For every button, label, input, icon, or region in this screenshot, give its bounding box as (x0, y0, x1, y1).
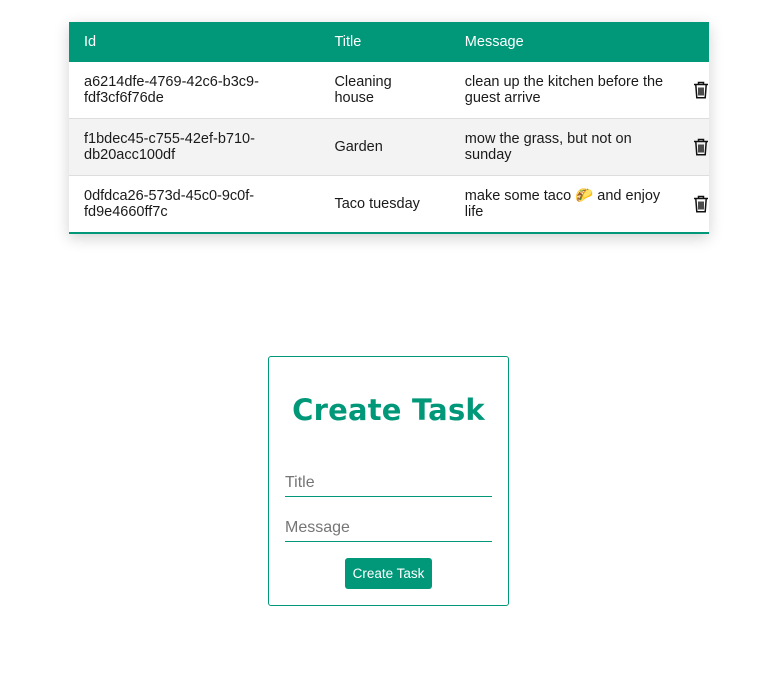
table-row: a6214dfe-4769-42c6-b3c9- fdf3cf6f76de Cle… (69, 62, 709, 118)
tasks-table: Id Title Message a6214dfe-4769-42c6-b3c9… (69, 22, 709, 232)
cell-delete (693, 62, 709, 118)
cell-id: f1bdec45-c755-42ef-b710- db20acc100df (69, 118, 319, 175)
cell-delete (693, 118, 709, 175)
cell-id-line2: db20acc100df (84, 146, 176, 163)
header-actions (693, 22, 709, 62)
cell-message-line2: life (464, 203, 484, 220)
cell-delete (693, 175, 709, 232)
create-task-form: Create Task Create Task (268, 356, 509, 606)
trash-icon[interactable] (693, 138, 709, 156)
cell-title: Cleaning house (319, 62, 449, 118)
cell-message-line1: clean up the kitchen before the (464, 73, 664, 90)
header-row: Id Title Message (69, 22, 709, 62)
cell-message-line1: mow the grass, but not on (464, 130, 632, 147)
cell-id: 0dfdca26-573d-45c0-9c0f-fd9e4660ff7c (69, 175, 319, 232)
trash-icon[interactable] (693, 195, 709, 213)
header-message: Message (464, 34, 524, 50)
cell-title: Taco tuesday (319, 175, 449, 232)
cell-id: a6214dfe-4769-42c6-b3c9- fdf3cf6f76de (69, 62, 319, 118)
cell-id-line2: fdf3cf6f76de (84, 89, 164, 106)
cell-message: make some taco 🌮 and enjoy life (450, 175, 693, 232)
title-input[interactable] (285, 470, 492, 497)
header-title: Title (334, 34, 362, 50)
table-row: 0dfdca26-573d-45c0-9c0f-fd9e4660ff7c Tac… (69, 175, 709, 232)
tasks-table-body: a6214dfe-4769-42c6-b3c9- fdf3cf6f76de Cle… (69, 62, 709, 232)
cell-title-line2: house (334, 89, 374, 106)
form-heading: Create Task (292, 393, 485, 427)
cell-message-line2: sunday (464, 146, 512, 163)
cell-title-line1: Garden (334, 138, 383, 155)
tasks-table-card: Id Title Message a6214dfe-4769-42c6-b3c9… (69, 22, 709, 234)
cell-title-line1: Taco tuesday (334, 195, 420, 212)
cell-id-line2: fd9e4660ff7c (84, 203, 168, 220)
cell-message: clean up the kitchen before the guest arr… (450, 62, 693, 118)
header-id: Id (84, 34, 97, 50)
cell-id-line1: a6214dfe-4769-42c6-b3c9- (84, 73, 259, 90)
table-row: f1bdec45-c755-42ef-b710- db20acc100df Gar… (69, 118, 709, 175)
cell-message: mow the grass, but not on sunday (450, 118, 693, 175)
tasks-table-header: Id Title Message (69, 22, 709, 62)
cell-id-line1: 0dfdca26-573d-45c0-9c0f- (84, 187, 255, 204)
cell-message-line2: guest arrive (464, 89, 541, 106)
cell-message-line1: make some taco 🌮 and enjoy (464, 187, 661, 204)
message-input[interactable] (285, 515, 492, 542)
cell-title: Garden (319, 118, 449, 175)
cell-title-line1: Cleaning (334, 73, 392, 90)
create-task-button[interactable]: Create Task (345, 558, 432, 589)
cell-id-line1: f1bdec45-c755-42ef-b710- (84, 130, 255, 147)
trash-icon[interactable] (693, 81, 709, 99)
